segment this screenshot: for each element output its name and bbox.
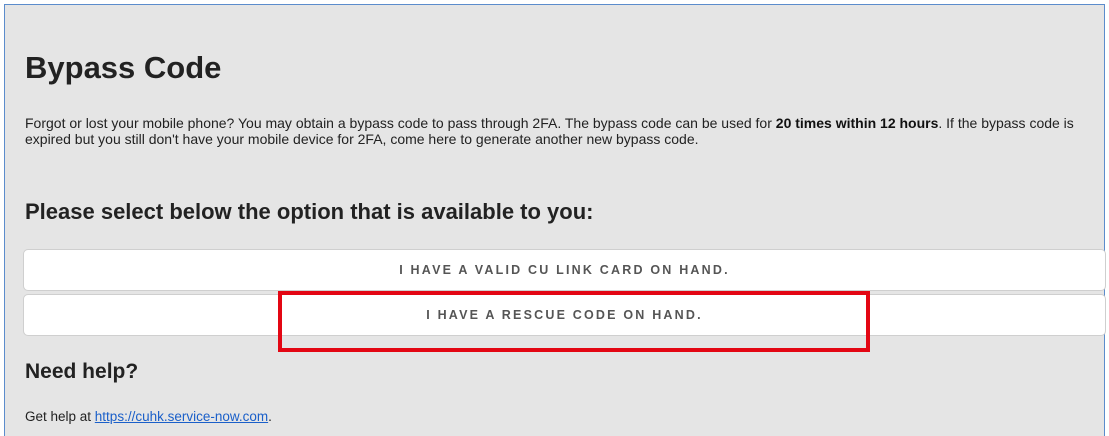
help-suffix: . bbox=[268, 409, 272, 424]
page-title: Bypass Code bbox=[25, 50, 222, 85]
page-frame: Bypass Code Forgot or lost your mobile p… bbox=[4, 4, 1106, 436]
intro-text-part-1: Forgot or lost your mobile phone? You ma… bbox=[25, 115, 776, 131]
service-now-link[interactable]: https://cuhk.service-now.com bbox=[95, 409, 268, 424]
intro-bold-text: 20 times within 12 hours bbox=[775, 115, 939, 131]
cu-link-card-option-button[interactable]: I HAVE A VALID CU LINK CARD ON HAND. bbox=[23, 249, 1106, 291]
help-prefix: Get help at bbox=[25, 409, 95, 424]
select-option-heading: Please select below the option that is a… bbox=[25, 199, 594, 224]
intro-text: Forgot or lost your mobile phone? You ma… bbox=[25, 115, 1100, 147]
need-help-heading: Need help? bbox=[25, 360, 139, 383]
help-text: Get help at https://cuhk.service-now.com… bbox=[25, 409, 272, 425]
rescue-code-option-button[interactable]: I HAVE A RESCUE CODE ON HAND. bbox=[23, 294, 1106, 336]
